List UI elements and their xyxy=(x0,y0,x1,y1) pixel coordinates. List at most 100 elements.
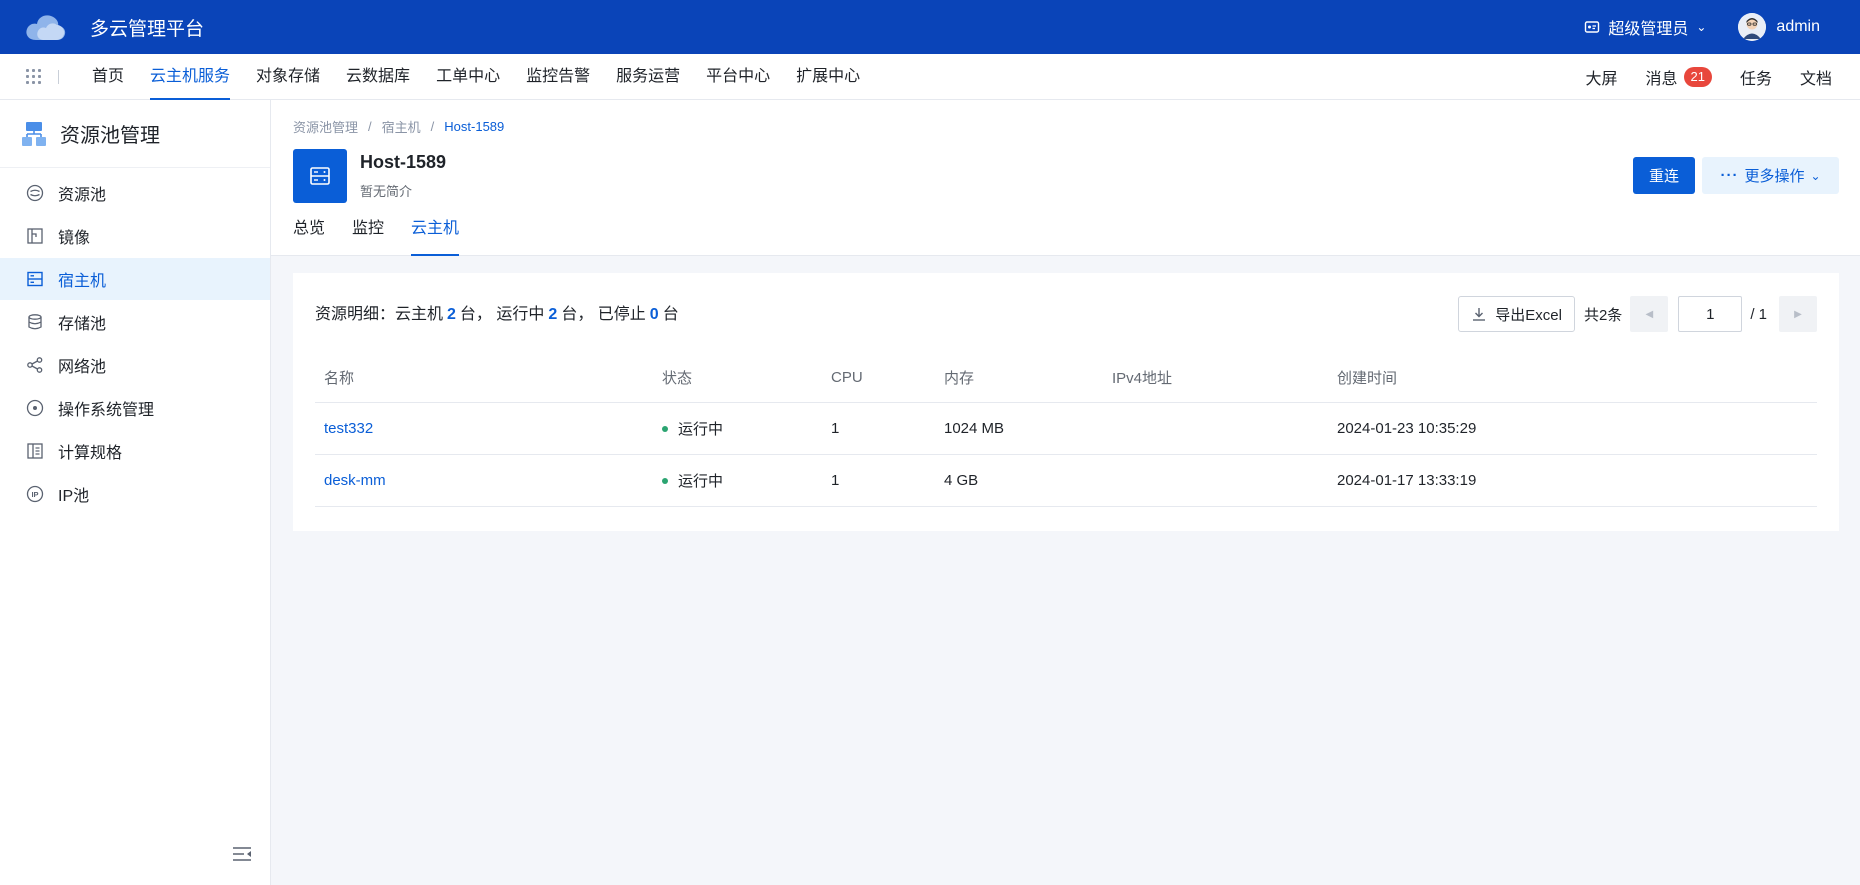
tasks-link[interactable]: 任务 xyxy=(1740,65,1772,89)
status-text: 运行中 xyxy=(678,421,724,438)
sidebar-item-image[interactable]: 镜像 xyxy=(0,215,270,257)
breadcrumb-resource-pool[interactable]: 资源池管理 xyxy=(293,117,358,136)
memory-cell: 4 GB xyxy=(944,472,979,489)
status-dot xyxy=(662,426,668,433)
cpu-cell: 1 xyxy=(831,420,840,437)
running-count: 2 xyxy=(548,306,558,323)
list-toolbar: 导出Excel 共2条 ◀ / 1 ▶ xyxy=(1458,296,1817,332)
stopped-label: 已停止 xyxy=(597,306,646,323)
nav-item-cloud-host[interactable]: 云主机服务 xyxy=(137,54,243,100)
messages-link[interactable]: 消息 21 xyxy=(1645,65,1712,89)
tab-monitoring[interactable]: 监控 xyxy=(352,214,384,256)
vm-name-link[interactable]: test332 xyxy=(324,420,373,437)
column-header-status: 状态 xyxy=(662,369,693,387)
cloud-logo-icon[interactable] xyxy=(24,10,68,44)
svg-text:IP: IP xyxy=(31,490,38,499)
vm-list-card: 资源明细：云主机2台， 运行中2台， 已停止0台 导出Excel 共2条 ◀ /… xyxy=(293,273,1839,531)
app-grid-icon[interactable] xyxy=(26,69,42,85)
download-icon xyxy=(1473,308,1486,321)
created-cell: 2024-01-17 13:33:19 xyxy=(1337,472,1477,489)
sidebar: 资源池管理 资源池 镜像 宿主机 存储池 网络池 操作系统管理 计算规格 IP … xyxy=(0,100,271,885)
more-dots-icon: ··· xyxy=(1720,167,1739,184)
sidebar-item-label: 网络池 xyxy=(58,359,107,376)
stopped-count: 0 xyxy=(649,306,659,323)
host-avatar-icon xyxy=(293,149,347,203)
collapse-sidebar-icon[interactable] xyxy=(232,845,252,863)
vm-name-link[interactable]: desk-mm xyxy=(324,472,386,489)
nav-item-extension-center[interactable]: 扩展中心 xyxy=(783,54,873,100)
export-label: 导出Excel xyxy=(1495,306,1562,324)
summary-unit: 台， xyxy=(561,306,594,323)
prev-page-button[interactable]: ◀ xyxy=(1630,296,1669,332)
summary-unit: 台 xyxy=(662,306,679,323)
app-title: 多云管理平台 xyxy=(90,18,205,40)
reconnect-button[interactable]: 重连 xyxy=(1633,157,1695,194)
big-screen-link[interactable]: 大屏 xyxy=(1585,65,1617,89)
next-page-button[interactable]: ▶ xyxy=(1779,296,1817,332)
column-header-memory: 内存 xyxy=(944,369,975,387)
network-icon xyxy=(26,356,44,374)
sidebar-item-label: 镜像 xyxy=(58,230,91,247)
sidebar-item-label: 存储池 xyxy=(58,316,107,333)
image-icon xyxy=(26,227,44,245)
breadcrumb-separator: / xyxy=(368,119,372,134)
sidebar-item-host[interactable]: 宿主机 xyxy=(0,258,270,300)
column-header-cpu: CPU xyxy=(831,368,863,386)
avatar xyxy=(1738,13,1767,41)
role-switcher[interactable]: 超级管理员 ⌄ xyxy=(1584,15,1706,39)
status-text: 运行中 xyxy=(678,473,724,490)
nav-item-monitoring[interactable]: 监控告警 xyxy=(513,54,603,100)
tab-overview[interactable]: 总览 xyxy=(293,214,325,256)
nav-item-object-storage[interactable]: 对象存储 xyxy=(243,54,333,100)
tab-cloud-host[interactable]: 云主机 xyxy=(411,214,460,256)
main-nav: 首页 云主机服务 对象存储 云数据库 工单中心 监控告警 服务运营 平台中心 扩… xyxy=(0,54,1860,100)
vm-table: 名称 状态 CPU 内存 IPv4地址 创建时间 test332 运行中 1 1… xyxy=(315,352,1817,507)
status-dot xyxy=(662,478,668,485)
sidebar-item-label: 操作系统管理 xyxy=(58,402,155,419)
column-header-name: 名称 xyxy=(324,369,355,387)
table-row: test332 运行中 1 1024 MB 2024-01-23 10:35:2… xyxy=(315,403,1817,455)
column-header-ipv4: IPv4地址 xyxy=(1112,369,1173,387)
spec-icon xyxy=(26,442,44,460)
sidebar-item-os-management[interactable]: 操作系统管理 xyxy=(0,387,270,429)
role-label: 超级管理员 xyxy=(1608,21,1689,38)
user-menu[interactable]: admin xyxy=(1738,13,1820,41)
id-card-icon xyxy=(1585,21,1600,33)
tab-bar: 总览 监控 云主机 xyxy=(293,214,486,256)
page-number-input[interactable] xyxy=(1678,296,1743,332)
nav-item-home[interactable]: 首页 xyxy=(79,54,137,100)
top-bar: 多云管理平台 超级管理员 ⌄ admin xyxy=(0,0,1860,54)
running-label: 运行中 xyxy=(496,306,545,323)
more-actions-button[interactable]: ··· 更多操作 ⌄ xyxy=(1702,157,1839,194)
chevron-down-icon: ⌄ xyxy=(1696,20,1707,34)
database-icon xyxy=(26,313,44,331)
os-icon xyxy=(26,399,44,417)
summary-unit: 台， xyxy=(459,306,492,323)
user-name: admin xyxy=(1776,18,1820,35)
resource-pool-management-icon xyxy=(22,121,46,146)
messages-label: 消息 xyxy=(1645,70,1678,88)
main-content: 资源池管理 / 宿主机 / Host-1589 Host-1589 暂无简介 重… xyxy=(271,100,1860,885)
nav-item-cloud-database[interactable]: 云数据库 xyxy=(333,54,423,100)
breadcrumb-separator: / xyxy=(430,119,435,134)
sidebar-item-storage-pool[interactable]: 存储池 xyxy=(0,301,270,343)
sidebar-item-label: IP池 xyxy=(58,488,90,505)
status-cell: 运行中 xyxy=(653,418,822,439)
sidebar-item-compute-spec[interactable]: 计算规格 xyxy=(0,430,270,472)
sidebar-item-network-pool[interactable]: 网络池 xyxy=(0,344,270,386)
sidebar-item-resource-pool[interactable]: 资源池 xyxy=(0,172,270,214)
export-excel-button[interactable]: 导出Excel xyxy=(1458,296,1575,332)
resource-summary: 资源明细：云主机 2 台， 运行中 2 台， 已停止 0 台 xyxy=(315,300,679,324)
sidebar-item-ip-pool[interactable]: IP IP池 xyxy=(0,473,270,515)
sidebar-header: 资源池管理 xyxy=(0,100,270,168)
nav-item-ticket-center[interactable]: 工单中心 xyxy=(423,54,513,100)
nav-item-platform-center[interactable]: 平台中心 xyxy=(693,54,783,100)
breadcrumb-host[interactable]: 宿主机 xyxy=(382,117,421,136)
sidebar-item-label: 资源池 xyxy=(58,187,107,204)
column-header-created: 创建时间 xyxy=(1337,369,1398,387)
docs-link[interactable]: 文档 xyxy=(1800,65,1832,89)
page-total: / 1 xyxy=(1750,305,1767,323)
created-cell: 2024-01-23 10:35:29 xyxy=(1337,420,1477,437)
message-count-badge: 21 xyxy=(1683,66,1712,87)
nav-item-service-ops[interactable]: 服务运营 xyxy=(603,54,693,100)
